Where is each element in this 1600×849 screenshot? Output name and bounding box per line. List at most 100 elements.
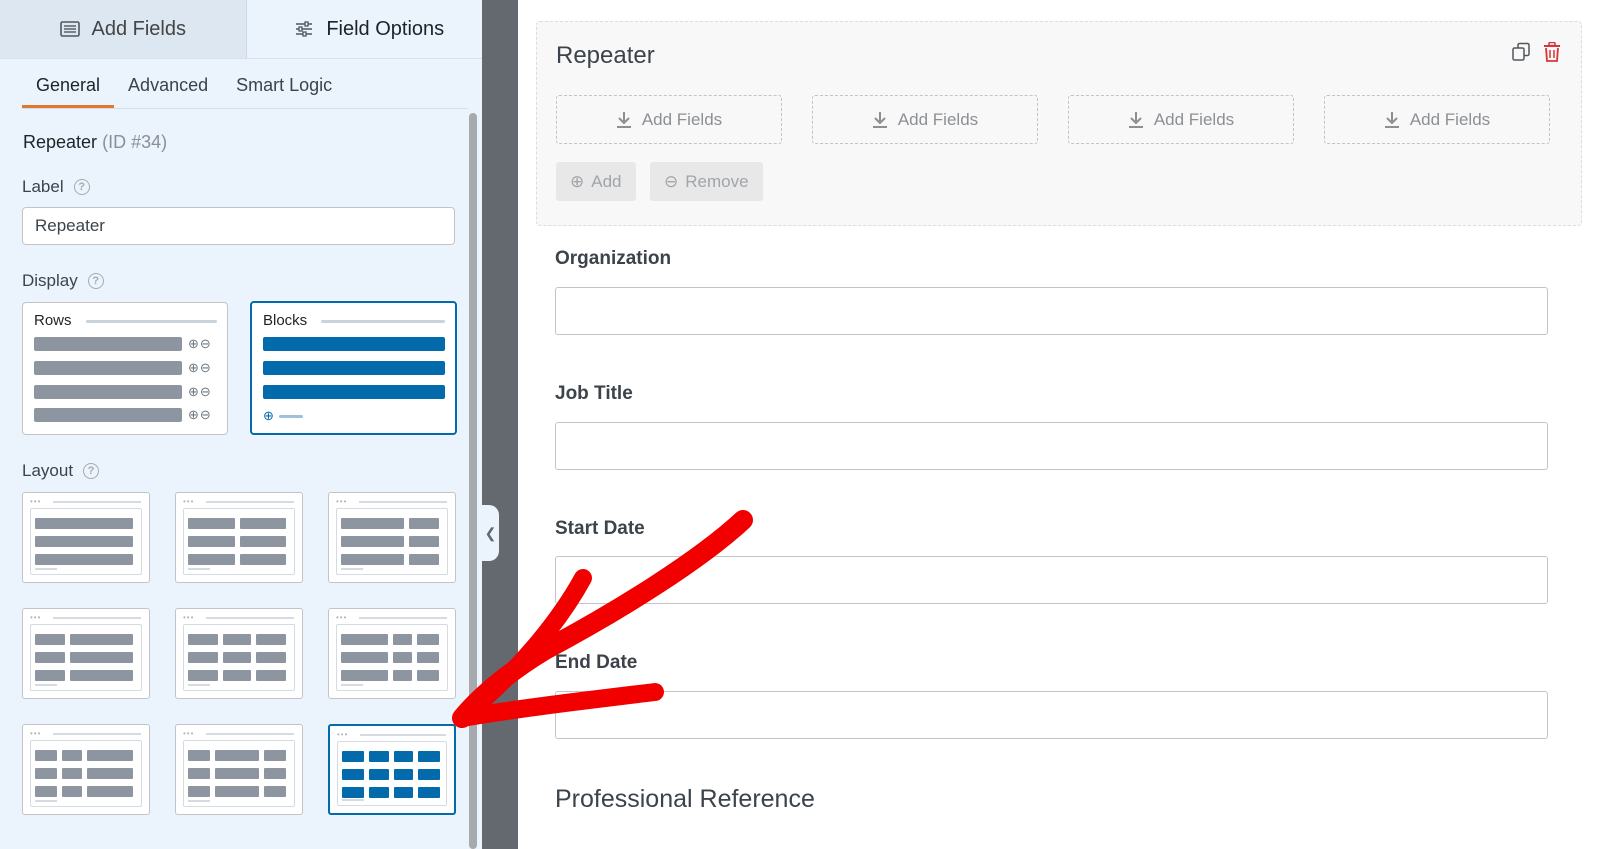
layout-cell (256, 652, 286, 663)
form-preview: Repeater Add Fields Add Fields Add Field… (518, 0, 1600, 849)
layout-option-9[interactable]: ••• (328, 724, 456, 815)
add-fields-dropzone[interactable]: Add Fields (1068, 95, 1294, 144)
window-dots: ••• (30, 613, 42, 622)
display-rows-option[interactable]: Rows ⊕⊖ ⊕⊖ ⊕⊖ ⊕⊖ (22, 302, 228, 435)
tab-field-options-label: Field Options (326, 17, 445, 40)
repeater-field-preview[interactable]: Repeater Add Fields Add Fields Add Field… (536, 21, 1582, 226)
layout-cell (188, 768, 210, 779)
window-dots: ••• (336, 613, 348, 622)
layout-option-5[interactable]: ••• (175, 608, 303, 699)
layout-cell (86, 750, 133, 761)
layout-cell (62, 768, 82, 779)
rows-preview-bar (34, 385, 182, 399)
layout-cell (409, 554, 439, 565)
layout-cell (188, 670, 218, 681)
end-date-label: End Date (555, 652, 638, 673)
tab-add-fields[interactable]: Add Fields (0, 0, 247, 58)
subtab-advanced[interactable]: Advanced (114, 75, 222, 108)
label-input[interactable] (22, 207, 455, 245)
layout-footer-line (341, 568, 363, 570)
layout-option-6[interactable]: ••• (328, 608, 456, 699)
subtab-smart-logic[interactable]: Smart Logic (222, 75, 346, 108)
add-remove-icons: ⊕⊖ (188, 360, 212, 375)
blocks-preview-bar (263, 385, 445, 399)
layout-cell (264, 786, 286, 797)
layout-cell (69, 634, 133, 645)
window-dots: ••• (336, 497, 348, 506)
layout-cell (62, 750, 82, 761)
layout-option-4[interactable]: ••• (22, 608, 150, 699)
display-blocks-header-line (321, 320, 445, 323)
layout-cell (35, 652, 65, 663)
field-options-panel: Add Fields Field Options General Advance… (0, 0, 492, 849)
add-row-label: Add (591, 171, 622, 191)
layout-cell (188, 518, 235, 529)
layout-cell (35, 634, 65, 645)
duplicate-icon[interactable] (1511, 42, 1531, 62)
layout-cell (35, 670, 65, 681)
layout-option-text: Layout (22, 461, 74, 480)
layout-cell (188, 750, 210, 761)
layout-option-8[interactable]: ••• (175, 724, 303, 815)
remove-row-label: Remove (685, 171, 749, 191)
field-heading: Repeater (ID #34) (23, 132, 167, 153)
add-fields-dropzone[interactable]: Add Fields (556, 95, 782, 144)
add-fields-dropzone[interactable]: Add Fields (812, 95, 1038, 144)
layout-header-line (53, 501, 141, 503)
rows-preview-bar (34, 337, 182, 351)
chevron-left-icon: ❮ (484, 524, 497, 541)
layout-cell (341, 518, 405, 529)
help-icon[interactable]: ? (73, 179, 90, 195)
layout-option-2[interactable]: ••• (175, 492, 303, 583)
window-dots: ••• (183, 613, 195, 622)
add-remove-icons: ⊕⊖ (188, 384, 212, 399)
layout-cell (417, 634, 439, 645)
add-fields-dropzone[interactable]: Add Fields (1324, 95, 1550, 144)
layout-cell (35, 554, 133, 565)
help-icon[interactable]: ? (83, 463, 100, 479)
add-icon: ⊕ (263, 408, 274, 423)
layout-header-line (206, 733, 294, 735)
label-option-heading: Label ? (22, 177, 90, 197)
remove-row-button[interactable]: ⊖ Remove (650, 162, 763, 201)
layout-footer-line (188, 568, 210, 570)
layout-option-1[interactable]: ••• (22, 492, 150, 583)
layout-cell (222, 634, 252, 645)
layout-footer-line (342, 799, 364, 801)
layout-cell (392, 670, 412, 681)
layout-cell (264, 768, 286, 779)
trash-icon[interactable] (1543, 42, 1561, 62)
layout-cell (369, 769, 389, 780)
panel-scrollbar[interactable] (469, 113, 477, 849)
layout-cell (418, 787, 440, 798)
layout-cell (418, 769, 440, 780)
layout-cell (222, 670, 252, 681)
display-rows-title: Rows (34, 312, 72, 329)
start-date-input[interactable] (555, 556, 1548, 604)
display-blocks-option[interactable]: Blocks ⊕ (250, 301, 457, 435)
layout-cell (35, 750, 57, 761)
layout-cell (409, 536, 439, 547)
organization-input[interactable] (555, 287, 1548, 335)
layout-cell (264, 750, 286, 761)
layout-cell (62, 786, 82, 797)
layout-option-7[interactable]: ••• (22, 724, 150, 815)
display-blocks-title: Blocks (263, 312, 308, 329)
layout-header-line (206, 617, 294, 619)
job-title-input[interactable] (555, 422, 1548, 470)
window-dots: ••• (30, 497, 42, 506)
subtab-general[interactable]: General (22, 75, 115, 108)
layout-header-line (53, 733, 141, 735)
layout-cell (69, 670, 133, 681)
display-option-text: Display (22, 271, 78, 290)
help-icon[interactable]: ? (87, 273, 104, 289)
layout-cell (341, 554, 405, 565)
add-row-button[interactable]: ⊕ Add (556, 162, 636, 201)
layout-cell (239, 536, 286, 547)
end-date-input[interactable] (555, 691, 1548, 739)
tab-field-options[interactable]: Field Options (246, 0, 492, 58)
add-line (279, 415, 303, 418)
plus-circle-icon: ⊕ (570, 171, 585, 191)
collapse-panel-button[interactable]: ❮ (482, 505, 499, 561)
layout-option-3[interactable]: ••• (328, 492, 456, 583)
